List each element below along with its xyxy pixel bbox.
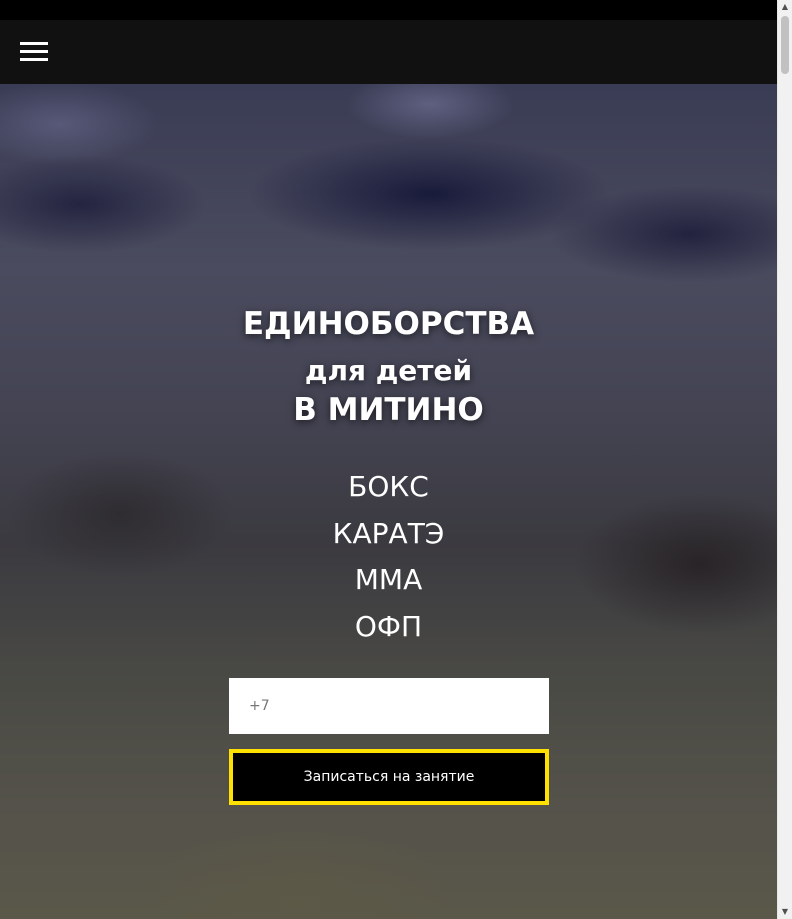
page: ЕДИНОБОРСТВА для детей В МИТИНО БОКС КАР… xyxy=(0,0,792,919)
scroll-thumb[interactable] xyxy=(781,16,789,74)
sport-item-karate: КАРАТЭ xyxy=(332,516,445,550)
sport-item-ofp: ОФП xyxy=(354,609,423,643)
menu-line xyxy=(20,50,48,53)
signup-button[interactable]: Записаться на занятие xyxy=(229,749,549,805)
hero-title-line3: В МИТИНО xyxy=(293,392,484,428)
scroll-down-arrow-icon[interactable]: ▼ xyxy=(778,905,792,919)
hero-title-line1: ЕДИНОБОРСТВА xyxy=(242,306,535,342)
hero-title-line2: для детей xyxy=(304,354,473,387)
menu-line xyxy=(20,58,48,61)
hero-section: ЕДИНОБОРСТВА для детей В МИТИНО БОКС КАР… xyxy=(0,84,777,919)
site-header xyxy=(0,20,777,84)
sports-list: БОКС КАРАТЭ ММА ОФП xyxy=(0,464,777,650)
sport-item-boxing: БОКС xyxy=(348,470,429,503)
sport-item-mma: ММА xyxy=(354,563,423,596)
top-strip xyxy=(0,0,777,20)
scroll-up-arrow-icon[interactable]: ▲ xyxy=(778,0,792,14)
phone-input[interactable] xyxy=(229,678,549,734)
hamburger-menu-icon[interactable] xyxy=(20,42,48,62)
menu-line xyxy=(20,42,48,45)
scrollbar[interactable]: ▲ ▼ xyxy=(777,0,792,919)
